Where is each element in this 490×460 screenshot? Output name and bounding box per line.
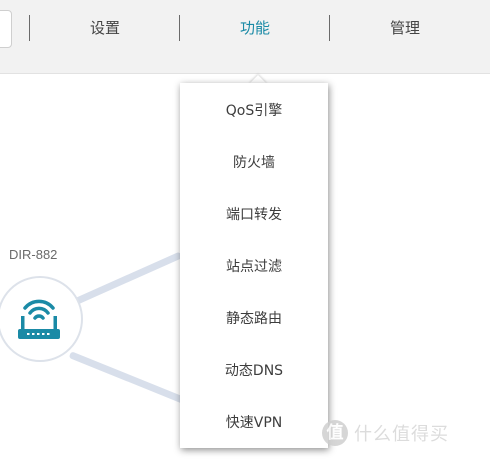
nav-item-features[interactable]: 功能 (195, 17, 315, 38)
nav-separator (179, 15, 180, 41)
menu-item-static-route[interactable]: 静态路由 (180, 308, 328, 328)
nav-item-settings[interactable]: 设置 (45, 17, 165, 38)
menu-item-qos-engine[interactable]: QoS引擎 (180, 100, 328, 120)
nav-separator (29, 15, 30, 41)
watermark-text: 什么值得买 (354, 424, 449, 445)
watermark-logo-icon: 值 (322, 420, 348, 446)
features-dropdown-menu: QoS引擎 防火墙 端口转发 站点过滤 静态路由 动态DNS 快速VPN (180, 83, 328, 448)
router-name-label: DIR-882 (9, 247, 58, 262)
menu-item-firewall[interactable]: 防火墙 (180, 152, 328, 172)
router-icon (16, 294, 62, 348)
watermark: 值 什么值得买 (322, 418, 449, 448)
top-navigation-bar: 设置 功能 管理 (0, 0, 490, 74)
nav-item-management[interactable]: 管理 (345, 17, 465, 38)
menu-item-website-filter[interactable]: 站点过滤 (180, 256, 328, 276)
menu-item-quick-vpn[interactable]: 快速VPN (180, 412, 328, 432)
router-node[interactable] (0, 276, 83, 362)
nav-separator (329, 15, 330, 41)
menu-item-port-forwarding[interactable]: 端口转发 (180, 204, 328, 224)
nav-tab-home-partial[interactable] (0, 10, 12, 48)
menu-item-dynamic-dns[interactable]: 动态DNS (180, 360, 328, 380)
